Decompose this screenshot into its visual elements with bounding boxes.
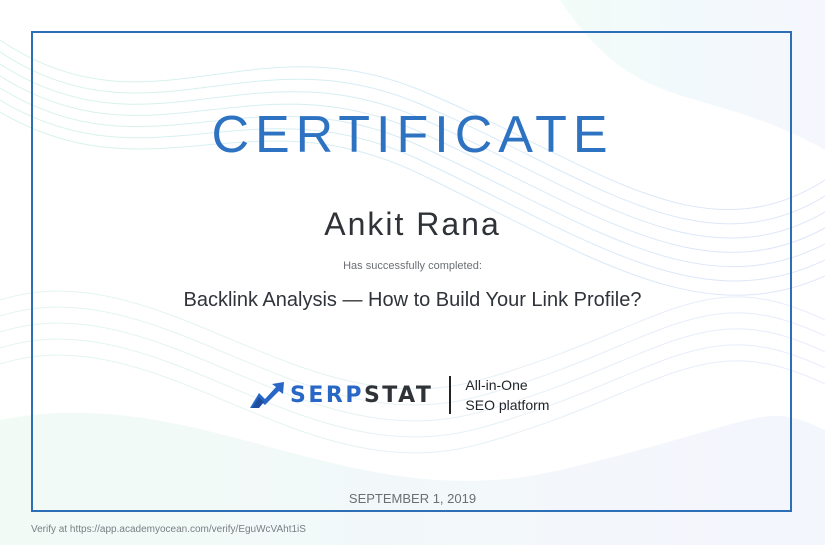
logo-tagline: All-in-One SEO platform [465,375,549,415]
tagline-line-2: SEO platform [465,397,550,413]
wordmark-serp: SERP [290,382,364,408]
completion-date: SEPTEMBER 1, 2019 [348,491,477,506]
certificate-title: CERTIFICATE [211,106,614,164]
logo-divider [449,376,452,414]
verify-link[interactable]: Verify at https://app.academyocean.com/v… [31,524,306,536]
recipient-name: Ankit Rana [324,206,501,242]
course-title: Backlink Analysis — How to Build Your Li… [183,289,642,311]
completion-label: Has successfully completed: [343,260,482,272]
serpstat-logo: SERPSTAT All-in-One SEO platform [250,374,580,416]
tagline-line-1: All-in-One [465,377,528,393]
wordmark-stat: STAT [363,382,434,408]
serpstat-chart-arrow-icon [250,382,284,408]
serpstat-wordmark: SERPSTAT [290,383,433,408]
